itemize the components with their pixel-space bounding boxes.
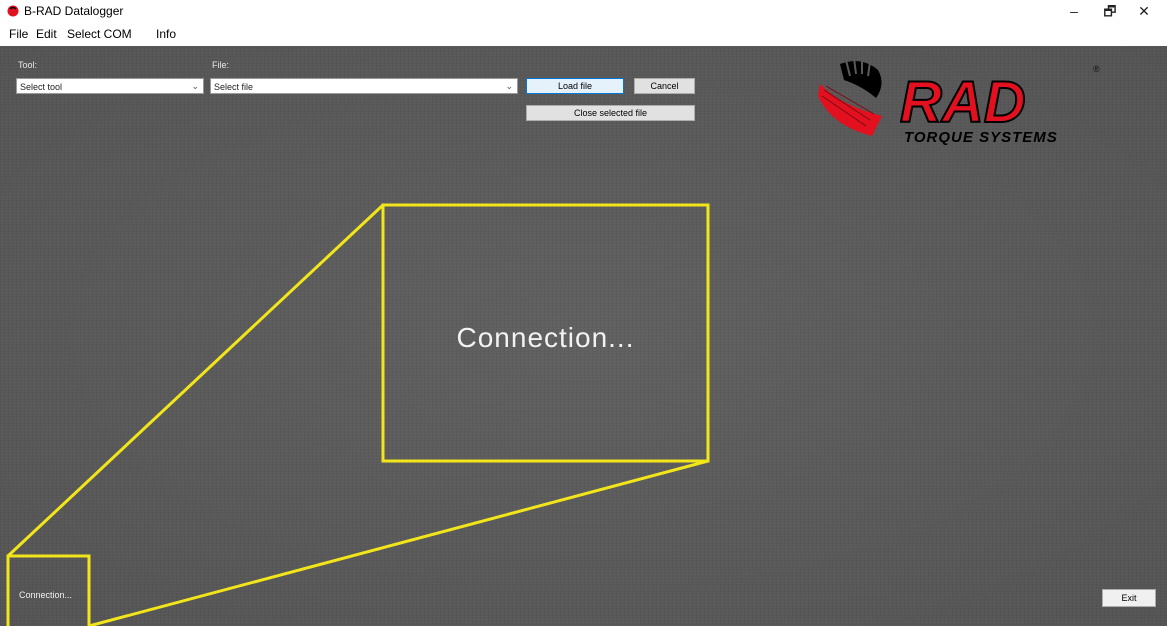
file-label: File: bbox=[212, 60, 230, 70]
connection-status: Connection... bbox=[19, 590, 73, 600]
title-bar: B-RAD Datalogger – 🗗 ✕ bbox=[0, 0, 1167, 23]
chevron-down-icon: ⌄ bbox=[191, 81, 199, 91]
cancel-button[interactable]: Cancel bbox=[634, 78, 695, 94]
brad-logo: RAD ® TORQUE SYSTEMS bbox=[818, 57, 1100, 146]
tool-select-value: Select tool bbox=[20, 82, 63, 92]
window-title: B-RAD Datalogger bbox=[24, 4, 124, 18]
zoomed-status-text: Connection... bbox=[456, 322, 635, 353]
close-button[interactable]: ✕ bbox=[1121, 0, 1167, 22]
tool-label: Tool: bbox=[18, 60, 38, 70]
app-logo-icon bbox=[7, 5, 19, 17]
zoom-connector-line bbox=[88, 459, 709, 626]
logo-registered-mark: ® bbox=[1093, 64, 1100, 74]
load-file-button[interactable]: Load file bbox=[526, 78, 624, 94]
tool-select[interactable]: Select tool ⌄ bbox=[16, 78, 204, 94]
menu-bar: File Edit Select COM Info bbox=[0, 22, 1167, 46]
file-select-value: Select file bbox=[214, 82, 254, 92]
menu-select-com[interactable]: Select COM bbox=[67, 27, 132, 41]
zoom-connector-line bbox=[6, 203, 385, 558]
menu-file[interactable]: File bbox=[9, 27, 28, 41]
file-select[interactable]: Select file ⌄ bbox=[210, 78, 518, 94]
chevron-down-icon: ⌄ bbox=[505, 81, 513, 91]
logo-tagline: TORQUE SYSTEMS bbox=[904, 129, 1058, 146]
logo-brand-text: RAD bbox=[900, 70, 1026, 135]
exit-button[interactable]: Exit bbox=[1102, 589, 1156, 607]
logo-mark-icon bbox=[818, 57, 882, 136]
menu-edit[interactable]: Edit bbox=[36, 27, 57, 41]
menu-info[interactable]: Info bbox=[156, 27, 176, 41]
main-panel: Tool: File: Select tool ⌄ Select file ⌄ … bbox=[0, 46, 1167, 626]
close-selected-file-button[interactable]: Close selected file bbox=[526, 105, 695, 121]
